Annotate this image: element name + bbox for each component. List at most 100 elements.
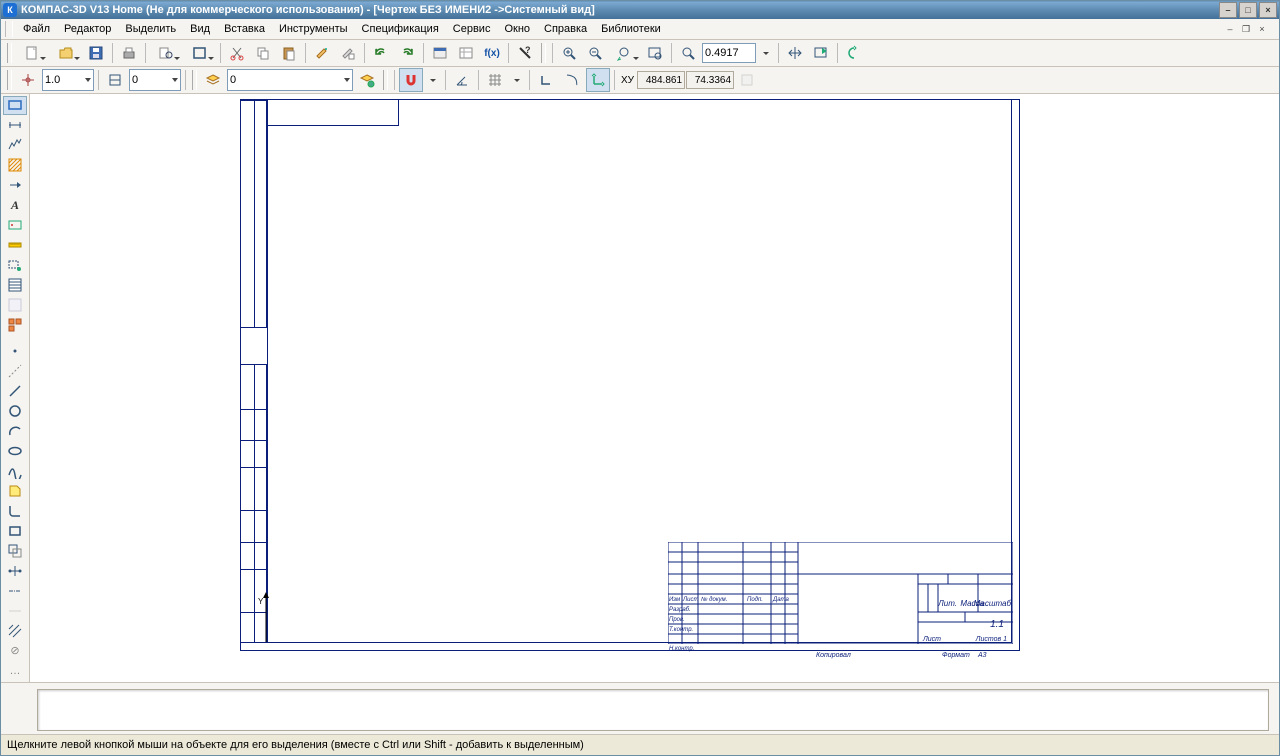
properties-button[interactable]	[310, 41, 334, 65]
toolbar-grip[interactable]	[5, 21, 13, 37]
refresh-button[interactable]	[842, 41, 866, 65]
grid-dropdown-button[interactable]	[509, 68, 525, 92]
offset-button[interactable]	[3, 541, 27, 560]
toolbar-standard: f(x) ?	[1, 40, 1279, 67]
origin-marker: Y X	[230, 592, 280, 652]
layer-prop-button[interactable]	[355, 68, 379, 92]
menu-select[interactable]: Выделить	[119, 21, 182, 37]
menubar: Файл Редактор Выделить Вид Вставка Инстр…	[1, 19, 1279, 40]
command-input[interactable]	[37, 689, 1269, 731]
roughness-button[interactable]	[3, 136, 27, 155]
help-button[interactable]: ?	[513, 41, 537, 65]
arc-button[interactable]	[3, 421, 27, 440]
y-readout[interactable]	[686, 71, 734, 89]
menu-libs[interactable]: Библиотеки	[595, 21, 667, 37]
contour-button[interactable]	[3, 481, 27, 500]
toolbar-grip[interactable]	[541, 43, 546, 63]
toolbar-grip[interactable]	[192, 70, 197, 90]
circle-button[interactable]	[3, 401, 27, 420]
edit-button[interactable]	[3, 176, 27, 195]
text-button[interactable]: A	[3, 196, 27, 215]
style-select[interactable]: 0	[129, 69, 181, 91]
rect-button[interactable]	[3, 521, 27, 540]
menu-service[interactable]: Сервис	[447, 21, 497, 37]
style-button[interactable]	[103, 68, 127, 92]
toolbar-grip[interactable]	[7, 43, 12, 63]
geometry-rect-button[interactable]	[3, 96, 27, 115]
save-button[interactable]	[84, 41, 108, 65]
close-button[interactable]: ×	[1259, 2, 1277, 18]
toolbar-grip[interactable]	[383, 70, 388, 90]
minimize-button[interactable]: –	[1219, 2, 1237, 18]
zoom-window-button[interactable]	[643, 41, 667, 65]
paste-button[interactable]	[277, 41, 301, 65]
layer-button[interactable]	[201, 68, 225, 92]
zoom-input[interactable]	[702, 43, 756, 63]
spec-button[interactable]	[3, 276, 27, 295]
hatch2-button[interactable]	[3, 621, 27, 640]
menu-spec[interactable]: Спецификация	[356, 21, 445, 37]
grid-button[interactable]	[483, 68, 507, 92]
round-button[interactable]	[560, 68, 584, 92]
tb-tkontr: Т.контр.	[669, 627, 693, 633]
copy-button[interactable]	[251, 41, 275, 65]
cursor-step-button[interactable]	[16, 68, 40, 92]
line-button[interactable]	[3, 381, 27, 400]
undo-button[interactable]	[369, 41, 393, 65]
dimension-button[interactable]	[3, 116, 27, 135]
point-button[interactable]	[3, 341, 27, 360]
views-button[interactable]	[3, 316, 27, 335]
toolbar-parameters: 1.0 0 0 ХУ	[1, 67, 1279, 94]
cut-button[interactable]	[225, 41, 249, 65]
fillet-button[interactable]	[3, 501, 27, 520]
menu-edit[interactable]: Редактор	[58, 21, 117, 37]
preview-button[interactable]	[150, 41, 182, 65]
local-cs-button[interactable]	[586, 68, 610, 92]
mdi-restore-button[interactable]: ❐	[1239, 23, 1253, 36]
new-button[interactable]	[16, 41, 48, 65]
select-button[interactable]	[3, 256, 27, 275]
hatch-button[interactable]	[3, 156, 27, 175]
step-select[interactable]: 1.0	[42, 69, 94, 91]
mdi-minimize-button[interactable]: –	[1223, 23, 1237, 36]
redo-button[interactable]	[395, 41, 419, 65]
zoom-in-button[interactable]	[557, 41, 581, 65]
x-readout[interactable]	[637, 71, 685, 89]
coord-label: ХУ	[619, 75, 636, 86]
zoom-dropdown-button[interactable]	[758, 41, 774, 65]
print-button[interactable]	[117, 41, 141, 65]
pan-button[interactable]	[783, 41, 807, 65]
snap-dropdown-button[interactable]	[425, 68, 441, 92]
menu-view[interactable]: Вид	[184, 21, 216, 37]
measure-button[interactable]	[3, 236, 27, 255]
copy-props-button[interactable]	[336, 41, 360, 65]
zoom-prev-button[interactable]	[609, 41, 641, 65]
toolbar-grip[interactable]	[7, 70, 12, 90]
regen-button[interactable]	[809, 41, 833, 65]
aux-line-button[interactable]	[3, 361, 27, 380]
menu-help[interactable]: Справка	[538, 21, 593, 37]
mdi-close-button[interactable]: ×	[1255, 23, 1269, 36]
zoom-realtime-button[interactable]	[676, 41, 700, 65]
menu-window[interactable]: Окно	[498, 21, 536, 37]
fx-button[interactable]: f(x)	[480, 41, 504, 65]
layer-select[interactable]: 0	[227, 69, 353, 91]
menu-tools[interactable]: Инструменты	[273, 21, 354, 37]
spline-button[interactable]	[3, 461, 27, 480]
param-button[interactable]	[3, 216, 27, 235]
axis-button[interactable]	[3, 581, 27, 600]
snap-button[interactable]	[399, 68, 423, 92]
ortho-button[interactable]	[534, 68, 558, 92]
menu-insert[interactable]: Вставка	[218, 21, 271, 37]
drawing-canvas[interactable]: Лит. Масса Масштаб 1:1 Лист Листов 1 Изм…	[30, 94, 1279, 682]
angle-snap-button[interactable]	[450, 68, 474, 92]
maximize-button[interactable]: □	[1239, 2, 1257, 18]
frame-button[interactable]	[184, 41, 216, 65]
collect-button[interactable]	[3, 561, 27, 580]
zoom-out-button[interactable]	[583, 41, 607, 65]
open-button[interactable]	[50, 41, 82, 65]
menu-file[interactable]: Файл	[17, 21, 56, 37]
ellipse-button[interactable]	[3, 441, 27, 460]
manager-button[interactable]	[428, 41, 452, 65]
vars-button[interactable]	[454, 41, 478, 65]
